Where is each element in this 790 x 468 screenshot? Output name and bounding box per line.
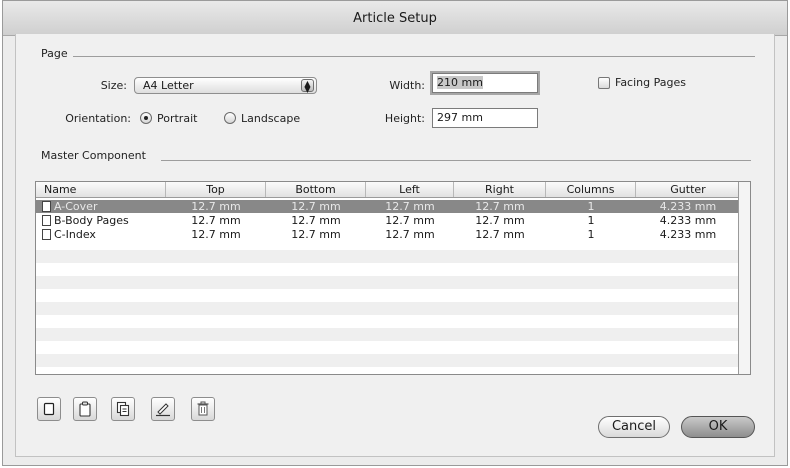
empty-row-stripe bbox=[36, 302, 740, 315]
facing-pages-checkbox[interactable] bbox=[598, 77, 610, 89]
width-field[interactable]: 210 mm bbox=[432, 73, 538, 93]
row-gutter: 4.233 mm bbox=[659, 200, 717, 213]
copy-icon bbox=[116, 401, 130, 417]
width-field-value: 210 mm bbox=[437, 76, 483, 89]
row-left: 12.7 mm bbox=[385, 214, 435, 227]
delete-master-button[interactable] bbox=[191, 397, 215, 421]
size-select[interactable]: A4 Letter ▲ ▼ bbox=[134, 77, 317, 94]
portrait-radio[interactable] bbox=[140, 112, 152, 124]
dialog-title: Article Setup bbox=[353, 10, 437, 26]
height-field[interactable]: 297 mm bbox=[432, 108, 538, 128]
height-label: Height: bbox=[384, 112, 425, 125]
row-right: 12.7 mm bbox=[475, 200, 525, 213]
page-group-label: Page bbox=[41, 47, 68, 60]
width-label: Width: bbox=[389, 79, 425, 92]
master-group-divider bbox=[161, 160, 751, 161]
trash-icon bbox=[197, 401, 209, 416]
column-header-bottom[interactable]: Bottom bbox=[266, 182, 366, 197]
row-top: 12.7 mm bbox=[191, 200, 241, 213]
edit-icon bbox=[156, 403, 170, 417]
row-top: 12.7 mm bbox=[191, 214, 241, 227]
table-scrollbar[interactable] bbox=[738, 182, 750, 374]
landscape-radio[interactable] bbox=[224, 112, 236, 124]
table-row[interactable]: C-Index 12.7 mm 12.7 mm 12.7 mm 12.7 mm … bbox=[36, 228, 740, 241]
cancel-button[interactable]: Cancel bbox=[598, 416, 670, 438]
column-header-left[interactable]: Left bbox=[366, 182, 454, 197]
orientation-label: Orientation: bbox=[65, 112, 131, 125]
portrait-label: Portrait bbox=[157, 112, 198, 125]
table-header: Name Top Bottom Left Right Columns Gutte… bbox=[36, 182, 740, 198]
ok-button[interactable]: OK bbox=[681, 416, 755, 438]
empty-row-stripe bbox=[36, 354, 740, 367]
row-right: 12.7 mm bbox=[475, 228, 525, 241]
column-header-columns[interactable]: Columns bbox=[546, 182, 636, 197]
edit-master-button[interactable] bbox=[151, 397, 175, 421]
article-setup-dialog: Article Setup Page Size: A4 Letter ▲ ▼ Wi… bbox=[2, 0, 788, 466]
row-gutter: 4.233 mm bbox=[659, 228, 717, 241]
paste-master-button[interactable] bbox=[73, 397, 97, 421]
empty-row-stripe bbox=[36, 250, 740, 263]
row-left: 12.7 mm bbox=[385, 228, 435, 241]
duplicate-icon bbox=[79, 401, 91, 417]
column-header-right[interactable]: Right bbox=[454, 182, 546, 197]
column-header-name[interactable]: Name bbox=[36, 182, 166, 197]
size-label: Size: bbox=[100, 79, 127, 92]
master-component-table: Name Top Bottom Left Right Columns Gutte… bbox=[35, 181, 751, 375]
select-arrows-icon: ▲ ▼ bbox=[301, 79, 314, 94]
landscape-label: Landscape bbox=[241, 112, 301, 125]
row-left: 12.7 mm bbox=[385, 200, 435, 213]
row-name: C-Index bbox=[54, 228, 96, 241]
row-right: 12.7 mm bbox=[475, 214, 525, 227]
row-columns: 1 bbox=[587, 214, 595, 227]
new-page-icon bbox=[43, 402, 55, 416]
size-select-value: A4 Letter bbox=[143, 79, 194, 92]
master-group-label: Master Component bbox=[41, 149, 146, 162]
table-row[interactable]: A-Cover 12.7 mm 12.7 mm 12.7 mm 12.7 mm … bbox=[36, 200, 740, 213]
page-group-divider bbox=[73, 56, 755, 57]
facing-pages-label: Facing Pages bbox=[615, 76, 686, 89]
new-master-button[interactable] bbox=[37, 397, 61, 421]
empty-row-stripe bbox=[36, 328, 740, 341]
height-field-value: 297 mm bbox=[437, 111, 483, 124]
row-bottom: 12.7 mm bbox=[291, 228, 341, 241]
row-bottom: 12.7 mm bbox=[291, 200, 341, 213]
row-name: A-Cover bbox=[54, 200, 98, 213]
row-top: 12.7 mm bbox=[191, 228, 241, 241]
row-bottom: 12.7 mm bbox=[291, 214, 341, 227]
row-columns: 1 bbox=[587, 200, 595, 213]
row-columns: 1 bbox=[587, 228, 595, 241]
row-name: B-Body Pages bbox=[54, 214, 129, 227]
title-bar[interactable]: Article Setup bbox=[3, 1, 787, 36]
column-header-top[interactable]: Top bbox=[166, 182, 266, 197]
duplicate-master-button[interactable] bbox=[111, 397, 135, 421]
empty-row-stripe bbox=[36, 276, 740, 289]
column-header-gutter[interactable]: Gutter bbox=[636, 182, 740, 197]
row-gutter: 4.233 mm bbox=[659, 214, 717, 227]
table-row[interactable]: B-Body Pages 12.7 mm 12.7 mm 12.7 mm 12.… bbox=[36, 214, 740, 227]
